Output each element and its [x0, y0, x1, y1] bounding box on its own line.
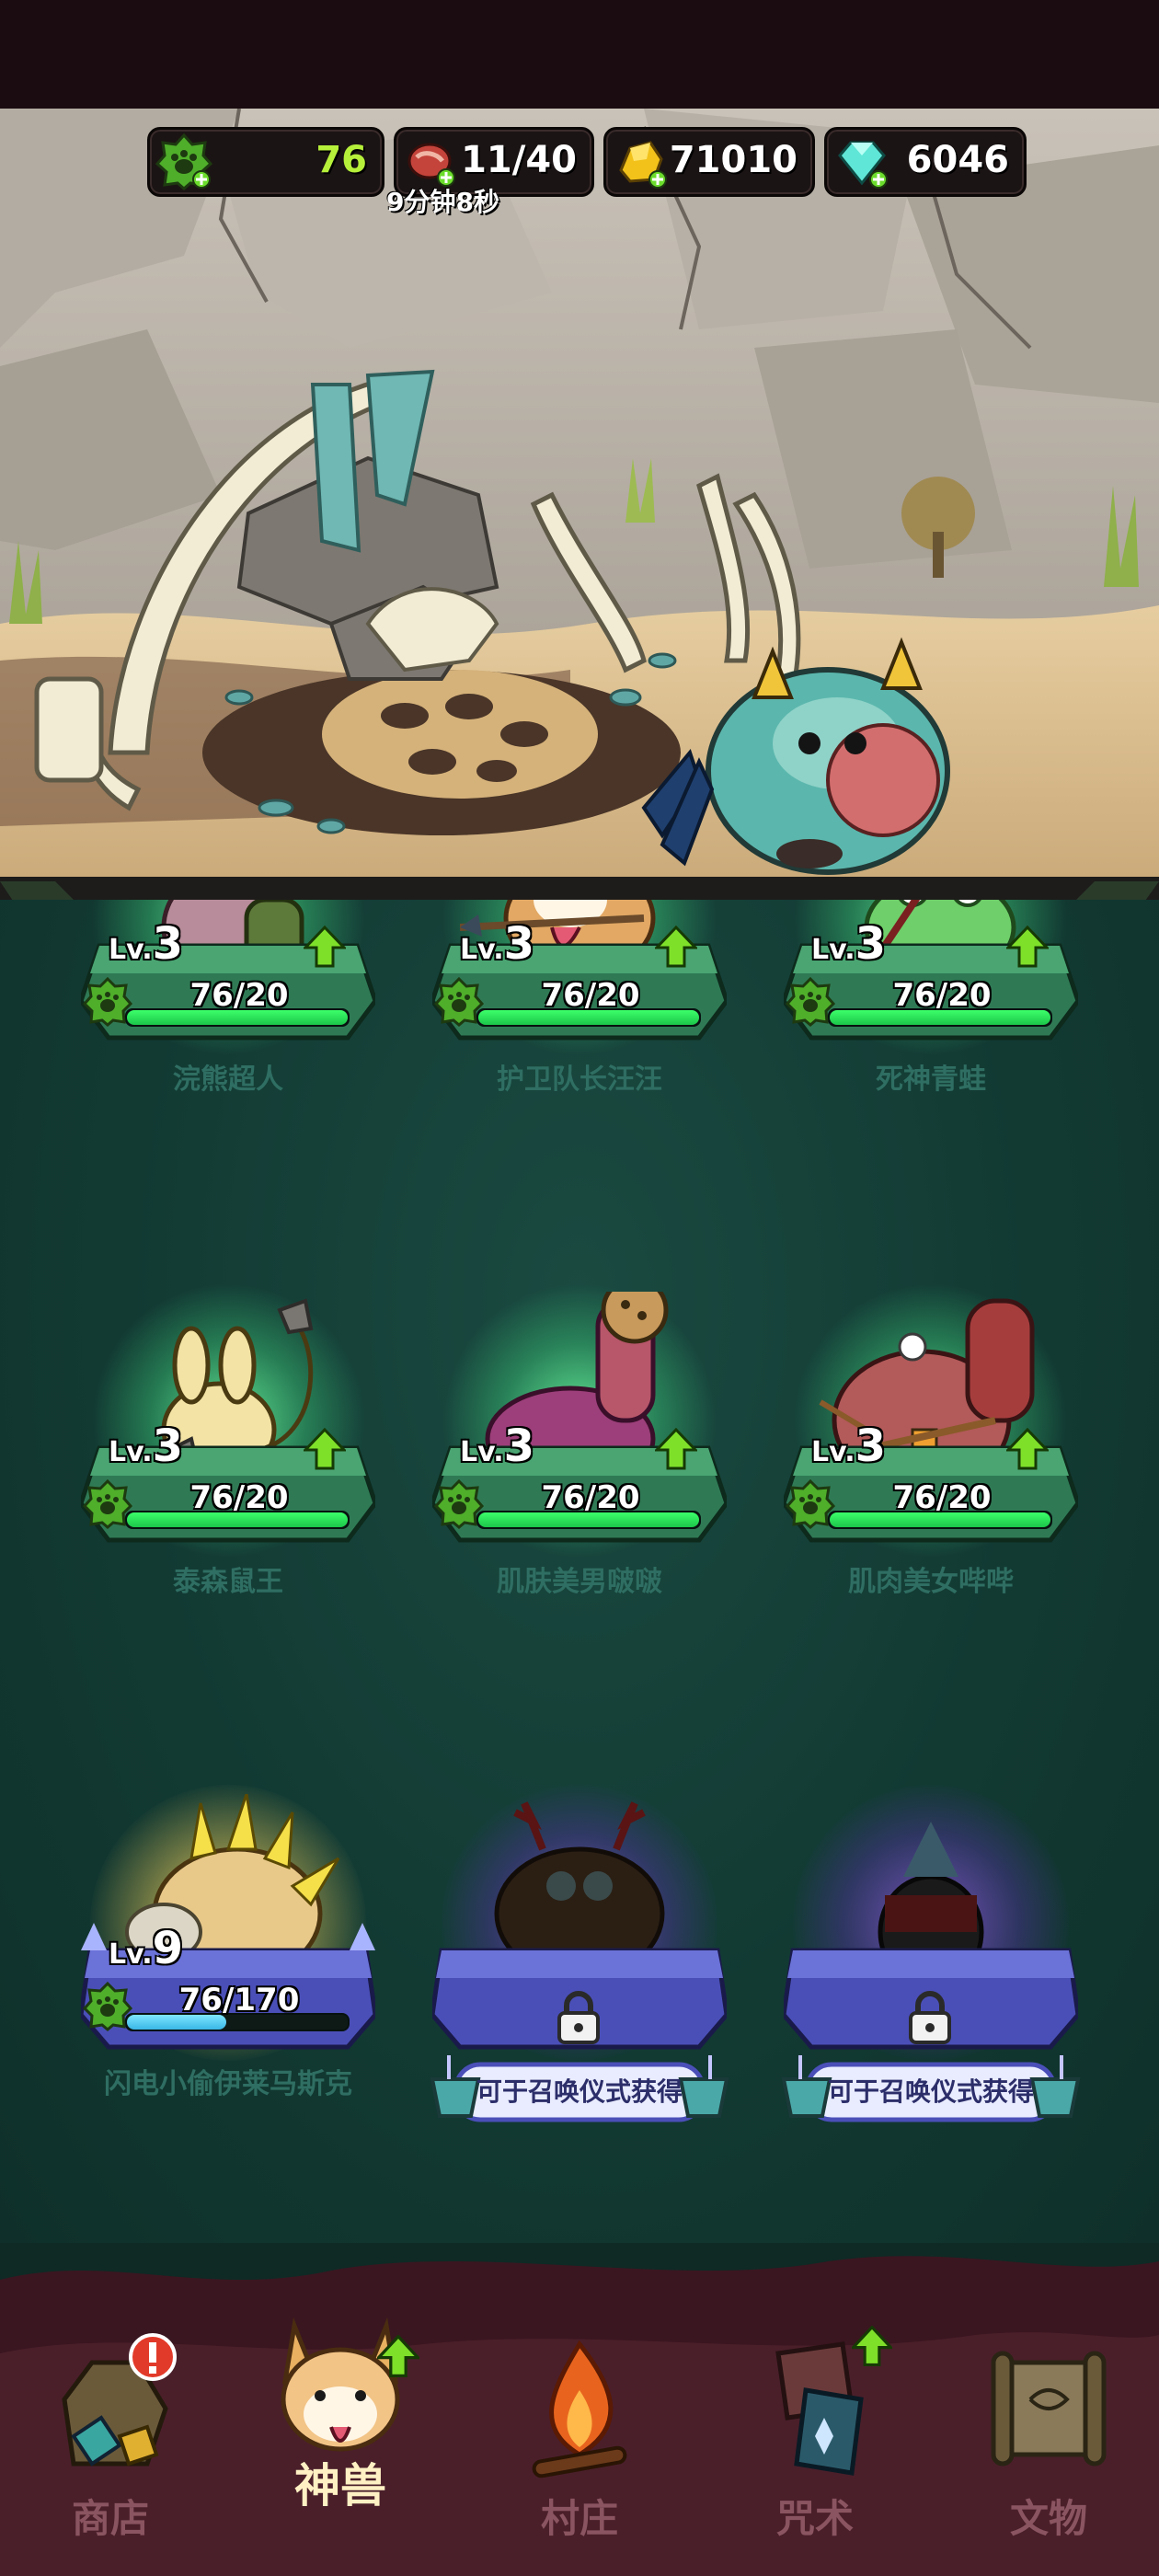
beast-xp: 76/20 [83, 977, 359, 1029]
green-paw-icon [786, 1479, 835, 1529]
lock-icon [557, 1991, 600, 2044]
nav-beasts[interactable]: 神兽 [230, 2298, 451, 2547]
beast-points-counter[interactable]: 76 [147, 127, 384, 197]
green-paw-icon [83, 977, 132, 1027]
beast-level: Lv.3 [460, 918, 535, 970]
locked-beast-card[interactable]: 可于召唤仪式获得 [423, 1785, 736, 2125]
nav-artifacts-label: 文物 [1009, 2496, 1087, 2541]
nav-spells[interactable]: 咒术 [705, 2326, 925, 2574]
beast-level: Lv.3 [811, 918, 887, 970]
gold-nugget-icon [619, 141, 667, 189]
nav-spells-label: 咒术 [775, 2496, 854, 2541]
beast-level: Lv.3 [811, 1420, 887, 1472]
beast-points-value: 76 [316, 139, 367, 181]
locked-beast-card[interactable]: 可于召唤仪式获得 [775, 1785, 1087, 2125]
beast-xp: 76/20 [786, 977, 1061, 1029]
green-paw-icon [155, 133, 212, 190]
beast-name: 肌肤美男啵啵 [497, 1566, 662, 1598]
beast-xp: 76/20 [434, 977, 710, 1029]
diamond-icon [838, 141, 888, 189]
beast-card[interactable]: Lv.3 76/20 护卫队长汪汪 [423, 900, 736, 1121]
upgrade-arrow-icon[interactable] [655, 1428, 697, 1470]
upgrade-arrow-icon[interactable] [1006, 1428, 1049, 1470]
corgi-beast-icon [281, 2317, 400, 2452]
upgrade-arrow-icon [852, 2326, 892, 2366]
beast-collection-grid: Lv.3 76/20 浣熊超人 Lv.3 76/20 护卫队长汪汪 Lv.3 7… [0, 900, 1159, 2243]
green-paw-icon [786, 977, 835, 1027]
nav-shop-label: 商店 [71, 2496, 149, 2541]
meat-refill-timer: 9分钟8秒 [386, 187, 499, 217]
beast-card[interactable]: Lv.3 76/20 泰森鼠王 [72, 1282, 384, 1623]
xp-value: 76/20 [541, 1479, 640, 1516]
beast-level: Lv.3 [460, 1420, 535, 1472]
beast-xp: 76/170 [83, 1982, 359, 2033]
upgrade-arrow-icon [377, 2335, 419, 2377]
green-paw-icon [434, 977, 484, 1027]
summon-hint: 可于召唤仪式获得 [476, 2076, 683, 2107]
xp-value: 76/20 [892, 977, 992, 1014]
beast-level: Lv.3 [109, 918, 184, 970]
xp-value: 76/20 [189, 977, 289, 1014]
beast-name: 死神青蛙 [876, 1064, 986, 1096]
bottom-nav: 商店 神兽 村庄 咒术 文物 [0, 2243, 1159, 2576]
green-paw-icon [83, 1982, 132, 2031]
beast-card[interactable]: Lv.3 76/20 肌肤美男啵啵 [423, 1282, 736, 1623]
gem-counter[interactable]: 6046 [824, 127, 1027, 197]
xp-value: 76/170 [178, 1982, 300, 2018]
nav-village-label: 村庄 [540, 2496, 618, 2541]
xp-value: 76/20 [189, 1479, 289, 1516]
upgrade-arrow-icon[interactable] [304, 1428, 346, 1470]
beast-name: 护卫队长汪汪 [497, 1064, 662, 1096]
meat-value: 11/40 [461, 139, 577, 181]
resource-bar: 76 11/40 71010 6046 [147, 127, 1030, 197]
upgrade-arrow-icon[interactable] [1006, 926, 1049, 968]
alert-badge-icon [129, 2333, 177, 2381]
nav-beasts-label: 神兽 [294, 2459, 386, 2513]
beast-level: Lv.3 [109, 1420, 184, 1472]
summon-hint: 可于召唤仪式获得 [827, 2076, 1034, 2107]
xp-value: 76/20 [541, 977, 640, 1014]
beast-card[interactable]: Lv.3 76/20 浣熊超人 [72, 900, 384, 1121]
status-strip [0, 0, 1159, 109]
beast-lair-scene [0, 109, 1159, 900]
green-paw-icon [434, 1479, 484, 1529]
green-paw-icon [83, 1479, 132, 1529]
nav-village[interactable]: 村庄 [469, 2326, 690, 2574]
gem-value: 6046 [906, 139, 1009, 181]
upgrade-arrow-icon[interactable] [655, 926, 697, 968]
beast-name: 肌肉美女哔哔 [848, 1566, 1014, 1598]
upgrade-arrow-icon[interactable] [304, 926, 346, 968]
gold-counter[interactable]: 71010 [603, 127, 815, 197]
campfire-icon [532, 2340, 627, 2478]
scroll-icon [991, 2351, 1107, 2467]
xp-value: 76/20 [892, 1479, 992, 1516]
gold-value: 71010 [669, 139, 798, 181]
nav-artifacts[interactable]: 文物 [938, 2326, 1159, 2574]
beast-name: 泰森鼠王 [173, 1566, 283, 1598]
beast-level: Lv.9 [109, 1923, 184, 1974]
beast-card[interactable]: Lv.3 76/20 肌肉美女哔哔 [775, 1282, 1087, 1623]
beast-name: 闪电小偷伊莱马斯克 [104, 2068, 352, 2100]
beast-xp: 76/20 [83, 1479, 359, 1531]
beast-xp: 76/20 [434, 1479, 710, 1531]
beast-name: 浣熊超人 [173, 1064, 283, 1096]
beast-card[interactable]: Lv.9 76/170 闪电小偷伊莱马斯克 [72, 1785, 384, 2125]
beast-card[interactable]: Lv.3 76/20 死神青蛙 [775, 900, 1087, 1121]
beast-xp: 76/20 [786, 1479, 1061, 1531]
nav-shop[interactable]: 商店 [0, 2326, 221, 2574]
lock-icon [909, 1991, 951, 2044]
